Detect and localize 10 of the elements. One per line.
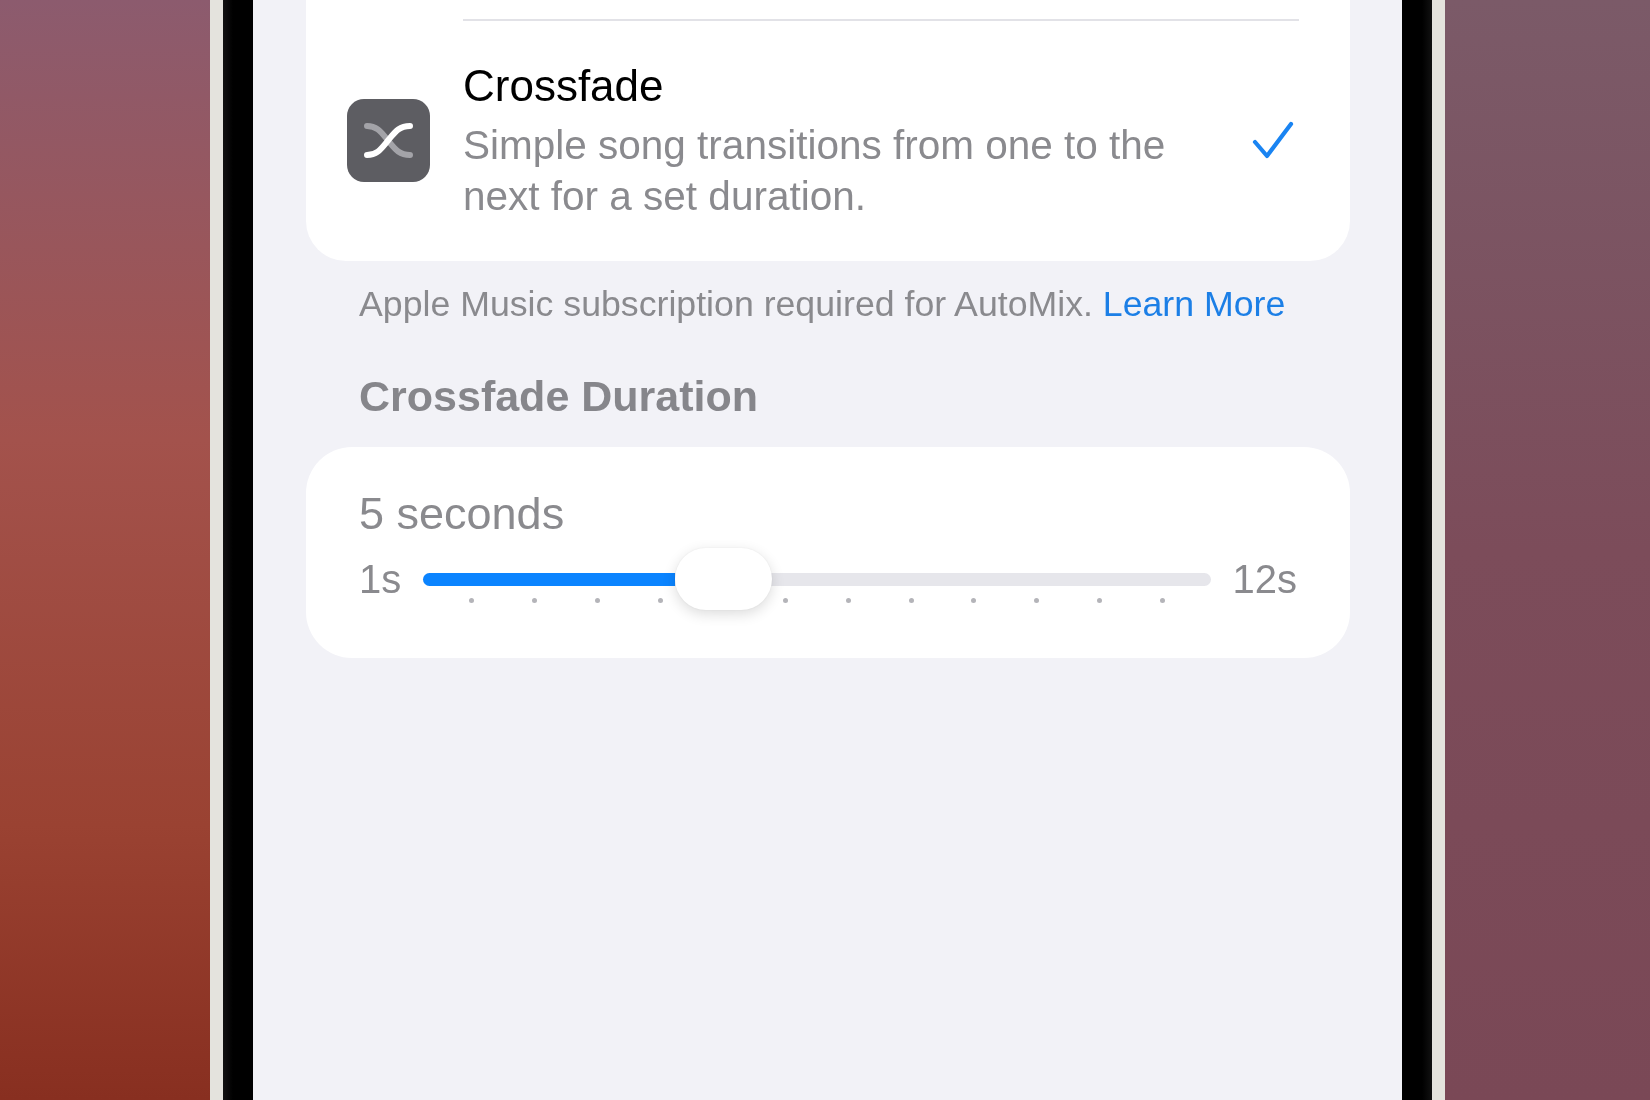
footnote-link[interactable]: Learn More [1102,284,1286,324]
max-label: 12s [1232,556,1297,603]
option-description: Simple song transitions from one to the next for a set duration. [463,121,1167,221]
min-label: 1s [359,556,402,603]
option-title: Crossfade [463,60,665,112]
slider-thumb[interactable] [674,548,772,610]
section-header: Crossfade Duration [358,372,759,420]
crossing-curves-icon [347,98,430,182]
duration-value: 5 seconds [359,487,566,540]
footnote-text: Apple Music subscription required for AutoMix. Learn More [358,283,1287,325]
